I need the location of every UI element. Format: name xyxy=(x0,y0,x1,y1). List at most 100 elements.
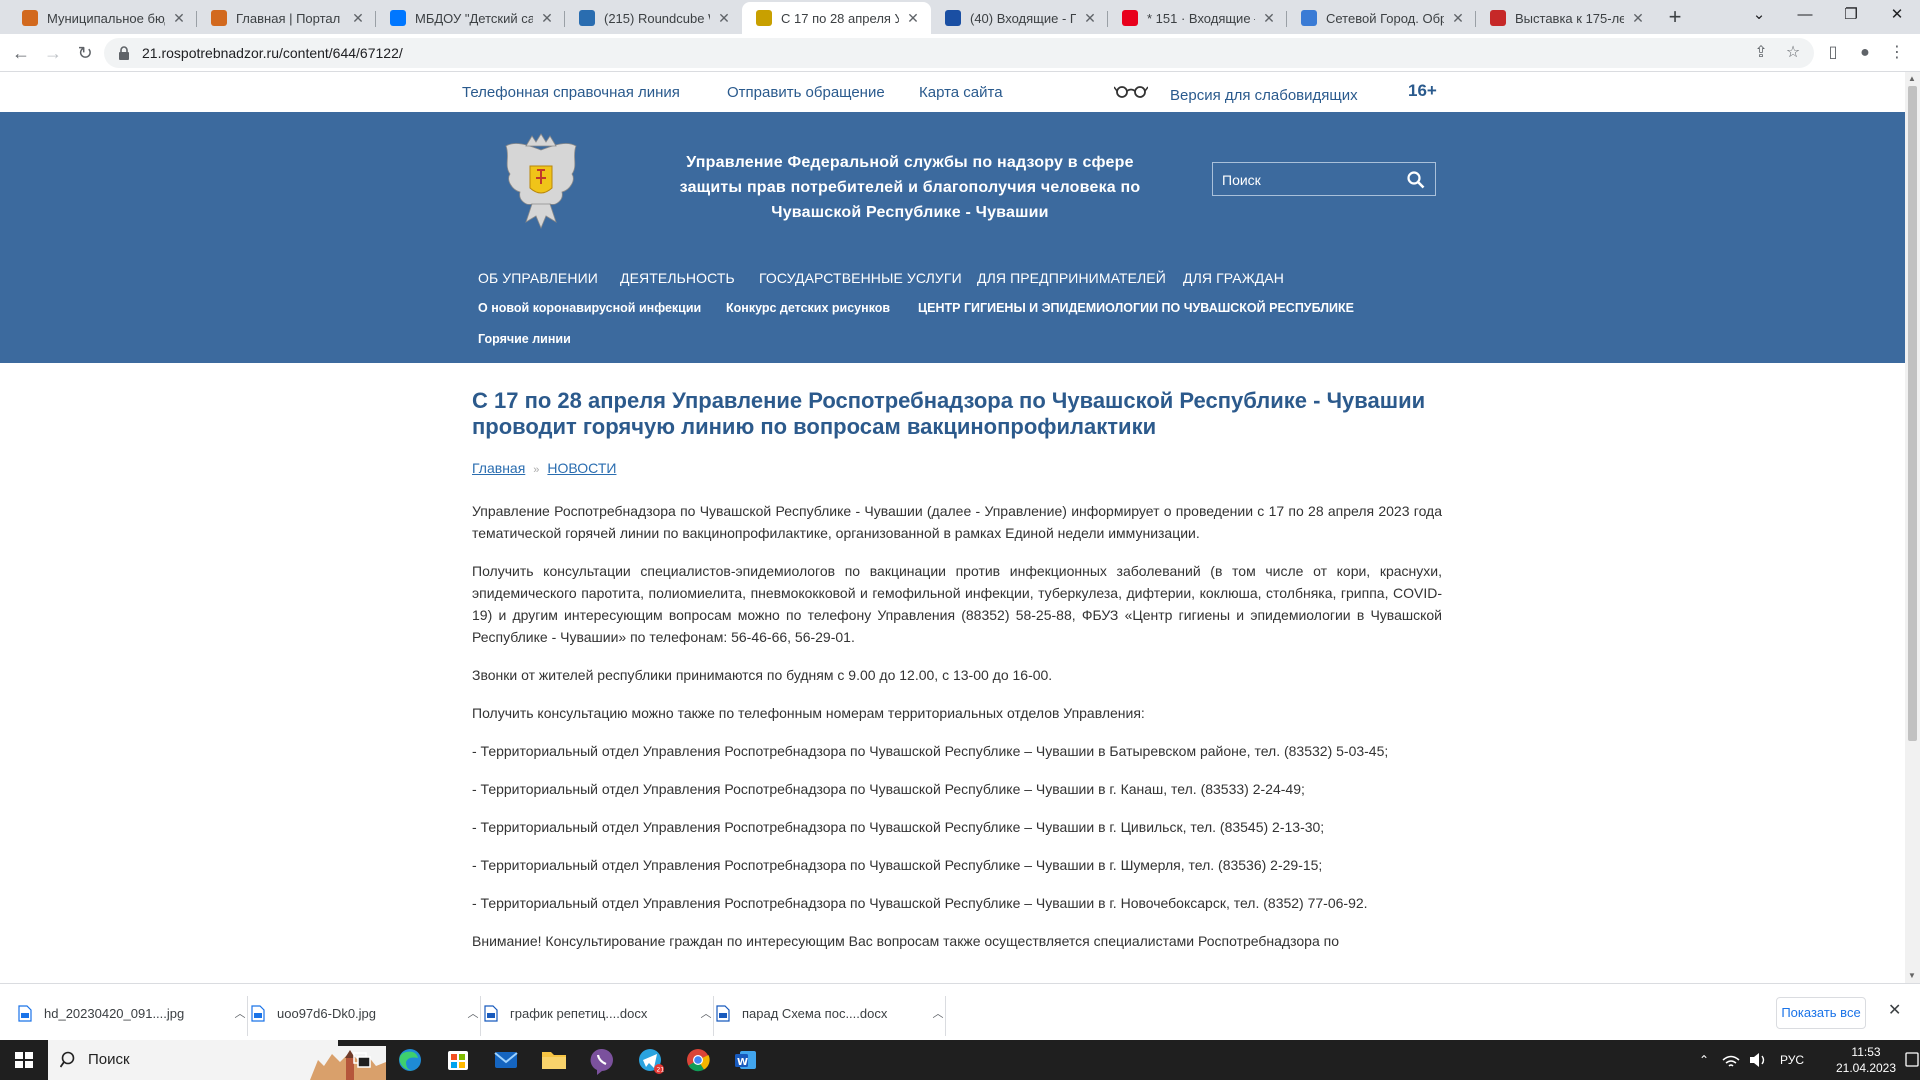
tab-close-icon[interactable]: ✕ xyxy=(1630,10,1646,27)
edge-browser-icon[interactable] xyxy=(386,1040,434,1080)
send-appeal-link[interactable]: Отправить обращение xyxy=(727,84,885,101)
new-tab-button[interactable]: + xyxy=(1659,2,1691,32)
scrollbar-thumb[interactable] xyxy=(1908,86,1917,741)
download-item[interactable]: hd_20230420_091....jpg ︿ xyxy=(18,996,248,1036)
browser-tab[interactable]: Сетевой Город. Обра ✕ xyxy=(1287,2,1476,34)
tab-search-button[interactable]: ⌄ xyxy=(1736,0,1782,30)
low-vision-link[interactable]: Версия для слабовидящих xyxy=(1170,87,1358,104)
reload-button[interactable]: ↻ xyxy=(70,38,100,68)
coat-of-arms-logo[interactable] xyxy=(496,132,586,230)
search-icon[interactable] xyxy=(1407,171,1425,189)
tab-close-icon[interactable]: ✕ xyxy=(1450,10,1466,27)
chevron-up-icon[interactable]: ︿ xyxy=(232,1005,248,1021)
article-title: С 17 по 28 апреля Управление Роспотребна… xyxy=(472,388,1426,439)
windows-start-icon[interactable] xyxy=(0,1040,48,1080)
main-menu-item[interactable]: ГОСУДАРСТВЕННЫЕ УСЛУГИ xyxy=(759,270,962,286)
sub-menu-item[interactable]: Конкурс детских рисунков xyxy=(726,301,890,315)
browser-tab[interactable]: Главная | Портал орг ✕ xyxy=(197,2,376,34)
browser-tab[interactable]: Муниципальное бюд ✕ xyxy=(8,2,197,34)
scroll-down-icon[interactable]: ▼ xyxy=(1908,971,1916,980)
download-item[interactable]: парад Схема пос....docx ︿ xyxy=(716,996,946,1036)
telegram-icon[interactable]: 21 xyxy=(626,1040,674,1080)
download-file-name: график репетиц....docx xyxy=(510,1005,648,1021)
site-search[interactable]: Поиск xyxy=(1212,162,1436,196)
share-icon[interactable]: ⇪ xyxy=(1746,38,1776,68)
article: С 17 по 28 апреля Управление Роспотребна… xyxy=(472,388,1442,952)
age-rating: 16+ xyxy=(1408,81,1437,100)
restore-button[interactable]: ❐ xyxy=(1828,0,1874,30)
glasses-icon[interactable] xyxy=(1114,84,1148,98)
sitemap-link[interactable]: Карта сайта xyxy=(919,84,1003,101)
main-menu-item[interactable]: ДЛЯ ПРЕДПРИНИМАТЕЛЕЙ xyxy=(977,270,1166,286)
svg-text:21: 21 xyxy=(657,1067,665,1074)
sub-menu-item[interactable]: Горячие линии xyxy=(478,332,571,346)
chrome-icon[interactable] xyxy=(674,1040,722,1080)
chevron-up-icon[interactable]: ︿ xyxy=(698,1005,714,1021)
tab-close-icon[interactable]: ✕ xyxy=(905,10,921,27)
main-menu-item[interactable]: ОБ УПРАВЛЕНИИ xyxy=(478,270,598,286)
breadcrumb-news[interactable]: НОВОСТИ xyxy=(547,460,616,476)
page-scrollbar[interactable]: ▲ ▼ xyxy=(1905,72,1920,983)
browser-tab[interactable]: С 17 по 28 апреля Уп ✕ xyxy=(742,2,931,34)
show-all-downloads-button[interactable]: Показать все xyxy=(1776,997,1866,1029)
search-input[interactable]: Поиск xyxy=(1222,172,1261,188)
article-paragraph: - Территориальный отдел Управления Роспо… xyxy=(472,857,1323,873)
microsoft-store-icon[interactable] xyxy=(434,1040,482,1080)
menu-kebab-icon[interactable]: ⋮ xyxy=(1882,38,1912,68)
taskbar-search-input[interactable]: Поиск xyxy=(88,1051,130,1068)
article-paragraph: Внимание! Консультирование граждан по ин… xyxy=(472,933,1339,949)
close-window-button[interactable]: ✕ xyxy=(1874,0,1920,30)
tab-close-icon[interactable]: ✕ xyxy=(350,10,366,27)
browser-tab[interactable]: (40) Входящие - Почт ✕ xyxy=(931,2,1108,34)
chevron-up-icon[interactable]: ︿ xyxy=(930,1005,946,1021)
tab-title: Выставка к 175-летин xyxy=(1515,10,1624,26)
tray-overflow-icon[interactable]: ⌃ xyxy=(1694,1040,1714,1080)
mail-app-icon[interactable] xyxy=(482,1040,530,1080)
article-paragraph: - Территориальный отдел Управления Роспо… xyxy=(472,895,1368,911)
browser-tab[interactable]: Выставка к 175-летин ✕ xyxy=(1476,2,1656,34)
download-item[interactable]: график репетиц....docx ︿ xyxy=(484,996,714,1036)
scroll-up-icon[interactable]: ▲ xyxy=(1908,74,1916,83)
lock-icon[interactable] xyxy=(118,46,130,60)
back-button[interactable]: ← xyxy=(6,38,36,68)
main-menu-item[interactable]: ДЛЯ ГРАЖДАН xyxy=(1183,270,1284,286)
sub-menu-item[interactable]: О новой коронавирусной инфекции xyxy=(478,301,701,315)
file-explorer-icon[interactable] xyxy=(530,1040,578,1080)
volume-icon[interactable] xyxy=(1746,1040,1768,1080)
main-menu-item[interactable]: ДЕЯТЕЛЬНОСТЬ xyxy=(620,270,735,286)
profile-avatar-icon[interactable]: ● xyxy=(1850,38,1880,68)
tab-favicon-icon xyxy=(1122,10,1138,26)
word-icon[interactable]: W xyxy=(722,1040,770,1080)
tab-close-icon[interactable]: ✕ xyxy=(1261,10,1277,27)
breadcrumb-home[interactable]: Главная xyxy=(472,460,525,476)
tab-close-icon[interactable]: ✕ xyxy=(171,10,187,27)
task-view-icon[interactable] xyxy=(338,1040,386,1080)
tab-close-icon[interactable]: ✕ xyxy=(1082,10,1098,27)
download-item[interactable]: uoo97d6-Dk0.jpg ︿ xyxy=(251,996,481,1036)
image-file-icon xyxy=(18,1004,32,1022)
browser-tab[interactable]: (215) Roundcube Web ✕ xyxy=(565,2,742,34)
address-bar[interactable]: 21.rospotrebnadzor.ru/content/644/67122/ xyxy=(104,38,1814,68)
side-panel-icon[interactable]: ▯ xyxy=(1818,38,1848,68)
download-file-name: парад Схема пос....docx xyxy=(742,1005,888,1021)
sub-menu-item[interactable]: ЦЕНТР ГИГИЕНЫ И ЭПИДЕМИОЛОГИИ ПО ЧУВАШСК… xyxy=(918,301,1354,315)
minimize-button[interactable]: — xyxy=(1782,0,1828,30)
browser-tab[interactable]: * 151 · Входящие — Р ✕ xyxy=(1108,2,1287,34)
tab-close-icon[interactable]: ✕ xyxy=(539,10,555,27)
tab-title: Сетевой Город. Обра xyxy=(1326,10,1444,26)
language-indicator[interactable]: РУС xyxy=(1772,1040,1812,1080)
taskbar-search[interactable]: Поиск xyxy=(48,1040,386,1080)
browser-tab[interactable]: МБДОУ "Детский сад ✕ xyxy=(376,2,565,34)
close-download-bar-icon[interactable]: ✕ xyxy=(1888,1000,1901,1020)
forward-button[interactable]: → xyxy=(38,38,68,68)
download-file-name: uoo97d6-Dk0.jpg xyxy=(277,1005,377,1021)
bookmark-star-icon[interactable]: ☆ xyxy=(1778,38,1808,68)
site-top-nav: Телефонная справочная линия Отправить об… xyxy=(0,72,1905,112)
viber-icon[interactable] xyxy=(578,1040,626,1080)
chevron-up-icon[interactable]: ︿ xyxy=(465,1005,481,1021)
notifications-icon[interactable] xyxy=(1904,1040,1920,1080)
phone-line-link[interactable]: Телефонная справочная линия xyxy=(462,84,680,101)
wifi-icon[interactable] xyxy=(1720,1040,1742,1080)
taskbar-clock[interactable]: 11:53 21.04.2023 xyxy=(1830,1044,1902,1076)
tab-close-icon[interactable]: ✕ xyxy=(716,10,732,27)
